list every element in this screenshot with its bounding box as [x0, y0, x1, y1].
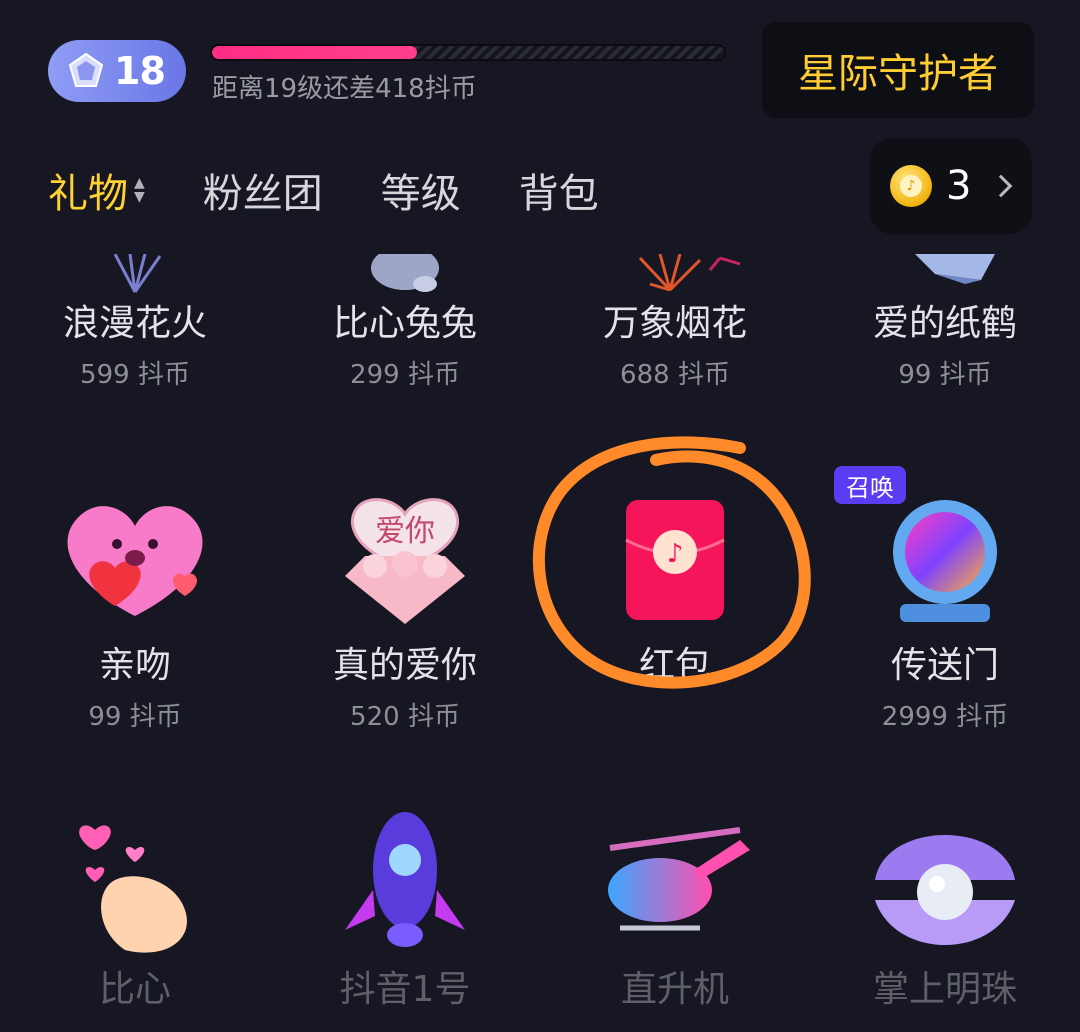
gift-name: 亲吻	[98, 645, 171, 686]
gift-name: 浪漫花火	[62, 303, 207, 344]
gift-item[interactable]: 爱你 真的爱你 520 抖币	[270, 486, 540, 733]
guardian-button[interactable]: 星际守护者	[762, 22, 1034, 118]
gift-art-text: 爱你	[375, 514, 435, 549]
gift-price: 2999 抖币	[881, 702, 1009, 732]
gift-tabs: 礼物 ▲ ▼ 粉丝团 等级 背包	[48, 160, 657, 220]
gift-price: 688 抖币	[620, 360, 730, 390]
gift-name: 抖音1号	[339, 969, 471, 1010]
gift-price: 520 抖币	[350, 702, 460, 732]
tab-fan-club[interactable]: 粉丝团	[203, 161, 323, 219]
gift-name: 红包	[638, 645, 711, 686]
gift-item[interactable]: 爱的纸鹤 99 抖币	[810, 254, 1080, 391]
tab-gift[interactable]: 礼物 ▲ ▼	[48, 161, 145, 219]
rocket-icon	[320, 810, 490, 960]
gift-item[interactable]: 万象烟花 688 抖币	[540, 254, 810, 391]
gift-item[interactable]: 直升机	[540, 810, 810, 1012]
love-heart-box-icon: 爱你	[320, 486, 490, 636]
rabbit-icon	[320, 254, 490, 294]
gift-price: 599 抖币	[80, 360, 190, 390]
gift-name: 直升机	[620, 969, 729, 1010]
tab-level[interactable]: 等级	[381, 161, 461, 219]
coin-balance-button[interactable]: ♪ 3	[870, 138, 1032, 234]
pearl-shell-icon	[860, 810, 1030, 960]
level-badge[interactable]: 18	[48, 40, 186, 102]
summon-tag: 召唤	[834, 466, 906, 504]
gift-name: 真的爱你	[332, 645, 477, 686]
gift-name: 掌上明珠	[872, 969, 1017, 1010]
gift-name: 比心	[98, 969, 171, 1010]
tab-gift-label: 礼物	[48, 171, 128, 217]
level-progress-bar	[210, 44, 726, 61]
kiss-heart-icon	[50, 486, 220, 636]
gift-item[interactable]: 掌上明珠	[810, 810, 1080, 1012]
level-progress-text: 距离19级还差418抖币	[212, 74, 477, 104]
gift-item[interactable]: 亲吻 99 抖币	[0, 486, 270, 733]
sort-arrows-icon: ▲ ▼	[134, 175, 145, 205]
finger-heart-icon	[50, 810, 220, 960]
gift-price: 99 抖币	[898, 360, 992, 390]
gift-price: 299 抖币	[350, 360, 460, 390]
gift-item[interactable]: 浪漫花火 599 抖币	[0, 254, 270, 391]
tab-backpack[interactable]: 背包	[519, 161, 599, 219]
gift-item[interactable]: 抖音1号	[270, 810, 540, 1012]
svg-text:♪: ♪	[667, 539, 684, 569]
gift-item[interactable]: 比心兔兔 299 抖币	[270, 254, 540, 391]
red-envelope-icon: ♪	[590, 486, 760, 636]
gift-name: 万象烟花	[602, 303, 747, 344]
gift-name: 传送门	[890, 645, 999, 686]
fireworks-icon	[590, 254, 760, 294]
gift-price: 99 抖币	[88, 702, 182, 732]
level-gem-icon	[68, 52, 104, 87]
level-number: 18	[114, 49, 166, 93]
gift-name: 比心兔兔	[332, 303, 477, 344]
gift-grid: 浪漫花火 599 抖币 比心兔兔 299 抖币 万象烟花 688 抖币 爱的纸鹤…	[0, 240, 1080, 1032]
coin-count: 3	[946, 163, 972, 209]
gift-name: 爱的纸鹤	[872, 303, 1017, 344]
gift-item[interactable]: 传送门 2999 抖币	[810, 486, 1080, 733]
helicopter-icon	[590, 810, 760, 960]
chevron-right-icon	[990, 174, 1013, 198]
firework-icon	[50, 254, 220, 294]
gift-item[interactable]: 比心	[0, 810, 270, 1012]
level-progress-fill	[212, 46, 417, 59]
gift-item-red-envelope[interactable]: ♪ 红包	[540, 486, 810, 688]
coin-icon: ♪	[890, 165, 932, 207]
portal-icon	[860, 486, 1030, 636]
paper-crane-icon	[860, 254, 1030, 294]
